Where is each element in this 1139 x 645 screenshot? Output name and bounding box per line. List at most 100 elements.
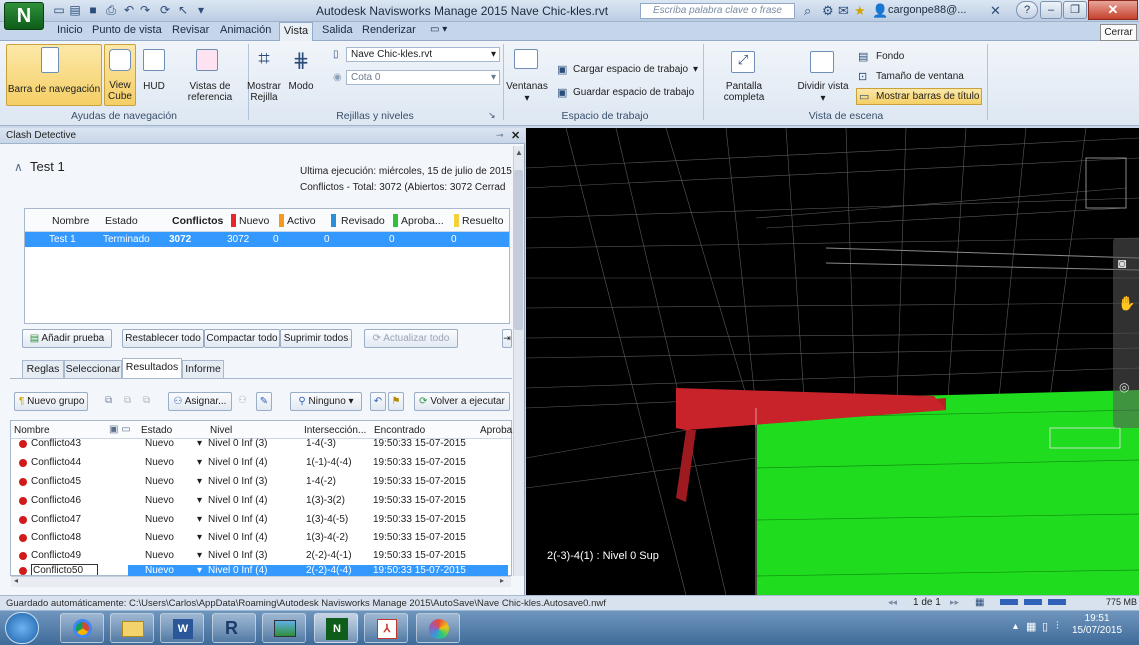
tab-punto-de-vista[interactable]: Punto de vista	[92, 24, 162, 36]
explorer-taskbar-icon[interactable]	[110, 613, 154, 643]
show-grid-button[interactable]: Mostrar Rejilla	[246, 81, 282, 103]
save-workspace-button[interactable]: Guardar espacio de trabajo	[573, 87, 694, 98]
tab-inicio[interactable]: Inicio	[57, 24, 83, 36]
tab-seleccionar[interactable]: Seleccionar	[64, 360, 122, 378]
open-icon[interactable]: ▤	[68, 3, 82, 17]
reference-views-button[interactable]: Vistas de referencia	[178, 81, 242, 103]
battery-icon[interactable]: ▯	[1042, 620, 1048, 633]
tab-reglas[interactable]: Reglas	[22, 360, 64, 378]
results-hscrollbar[interactable]	[11, 576, 511, 587]
system-clock[interactable]: 19:51 15/07/2015	[1072, 613, 1122, 637]
tab-revisar[interactable]: Revisar	[172, 24, 209, 36]
windows-button[interactable]: Ventanas	[506, 81, 548, 92]
help-search-input[interactable]: Escriba palabra clave o frase	[640, 3, 795, 19]
scrollbar-thumb[interactable]	[514, 170, 523, 330]
tray-arrow-icon[interactable]: ▴	[1013, 621, 1018, 632]
result-row[interactable]: Conflicto47 Nuevo ▾ Nivel 0 Inf (4) 1(3)-4(-…	[15, 512, 510, 528]
col-nombre[interactable]: Nombre	[52, 215, 89, 227]
result-row[interactable]: Conflicto44 Nuevo ▾ Nivel 0 Inf (4) 1(-1)-4(…	[15, 455, 510, 471]
col-resuelto[interactable]: Resuelto	[462, 215, 503, 227]
tab-animacion[interactable]: Animación	[220, 24, 271, 36]
grid-model-select[interactable]: Nave Chic-kles.rvt ▾	[346, 47, 500, 62]
close-button[interactable]: ✕	[1088, 0, 1138, 20]
split-view-button[interactable]: Dividir vista	[794, 81, 852, 92]
tab-informe[interactable]: Informe	[182, 360, 224, 378]
compact-results-icon[interactable]: ⚑	[388, 392, 404, 411]
print-icon[interactable]: ⎙	[104, 3, 118, 17]
new-icon[interactable]: ▭	[52, 3, 66, 17]
update-all-button[interactable]: ⟳ Actualizar todo	[364, 329, 458, 348]
explode-group-icon[interactable]: ⧉	[143, 395, 150, 406]
filter-select[interactable]: ⚲ Ninguno ▾	[290, 392, 362, 411]
add-comment-icon[interactable]: ✎	[256, 392, 272, 411]
subscription-icon[interactable]: ⚙	[822, 3, 834, 19]
tab-vista[interactable]: Vista	[279, 22, 313, 41]
photos-taskbar-icon[interactable]	[262, 613, 306, 643]
signal-icon[interactable]: ⫶	[1056, 620, 1059, 633]
col-conflictos[interactable]: Conflictos	[172, 215, 223, 227]
grid-view-icon[interactable]: ▦	[975, 597, 984, 608]
scroll-left-icon[interactable]: ◂	[14, 576, 18, 585]
rerun-button[interactable]: ⟳ Volver a ejecutar	[414, 392, 510, 411]
assign-button[interactable]: ⚇ Asignar...	[168, 392, 232, 411]
col-activo[interactable]: Activo	[287, 215, 316, 227]
ungroup-icon[interactable]: ⧉	[124, 395, 131, 406]
save-icon[interactable]: ■	[86, 3, 100, 17]
col-aprobado[interactable]: Aproba...	[401, 215, 444, 227]
new-group-button[interactable]: ¶ Nuevo grupo	[14, 392, 88, 411]
reset-all-button[interactable]: Restablecer todo	[122, 329, 204, 348]
application-menu-button[interactable]: N	[4, 2, 44, 30]
network-icon[interactable]: ▦	[1026, 620, 1036, 633]
signed-in-user[interactable]: cargonpe88@...	[888, 4, 966, 16]
start-button[interactable]	[5, 612, 39, 644]
result-row[interactable]: Conflicto43 Nuevo ▾ Nivel 0 Inf (3) 1-4(-3) 1…	[15, 436, 510, 452]
res-col-nivel[interactable]: Nivel	[210, 425, 232, 436]
test-row-selected[interactable]	[25, 232, 509, 247]
import-export-icon[interactable]: ⇥	[502, 329, 512, 348]
word-taskbar-icon[interactable]: W	[160, 613, 204, 643]
acrobat-taskbar-icon[interactable]: ⅄	[364, 613, 408, 643]
res-col-encontrado[interactable]: Encontrado	[374, 425, 425, 436]
3d-viewport[interactable]	[526, 128, 1139, 595]
redo-icon[interactable]: ↷	[138, 3, 152, 17]
communication-icon[interactable]: ✉	[838, 3, 849, 19]
add-test-button[interactable]: ▤ Añadir prueba	[22, 329, 112, 348]
reset-results-icon[interactable]: ↶	[370, 392, 386, 411]
result-row[interactable]: Conflicto49 Nuevo ▾ Nivel 0 Inf (3) 2(-2)-4(…	[15, 548, 510, 564]
scroll-right-icon[interactable]: ▸	[500, 576, 504, 585]
window-size-button[interactable]: Tamaño de ventana	[876, 71, 964, 82]
background-button[interactable]: Fondo	[876, 51, 904, 62]
qat-dropdown-icon[interactable]: ▾	[194, 3, 208, 17]
user-icon[interactable]: 👤	[872, 3, 888, 19]
res-col-estado[interactable]: Estado	[141, 425, 172, 436]
group-icon[interactable]: ⧉	[105, 395, 112, 406]
collapse-chevron-icon[interactable]: ∧	[14, 160, 23, 174]
chrome-taskbar-icon[interactable]	[60, 613, 104, 643]
col-revisado[interactable]: Revisado	[341, 215, 385, 227]
full-screen-button[interactable]: Pantalla completa	[706, 81, 782, 103]
result-row[interactable]: Conflicto46 Nuevo ▾ Nivel 0 Inf (4) 1(3)-3(2…	[15, 493, 510, 509]
first-page-icon[interactable]: ◂◂	[888, 597, 897, 608]
auto-hide-icon[interactable]: ⊸	[496, 130, 504, 141]
favorites-star-icon[interactable]: ★	[854, 3, 866, 19]
select-icon[interactable]: ↖	[176, 3, 190, 17]
orbit-icon[interactable]: ◎	[1119, 380, 1129, 394]
ribbon-options-icon[interactable]: ▭ ▾	[430, 24, 447, 35]
exchange-icon[interactable]: ✕	[990, 3, 1001, 19]
steering-wheel-icon[interactable]: ◙	[1118, 255, 1126, 271]
res-col-nombre[interactable]: Nombre	[14, 425, 50, 436]
tab-resultados[interactable]: Resultados	[122, 358, 182, 378]
result-row[interactable]: Conflicto48 Nuevo ▾ Nivel 0 Inf (4) 1(3)-4(-…	[15, 530, 510, 546]
help-icon[interactable]: ?	[1016, 1, 1038, 19]
unassign-icon[interactable]: ⚇	[238, 395, 247, 406]
paint-taskbar-icon[interactable]	[416, 613, 460, 643]
load-workspace-button[interactable]: Cargar espacio de trabajo	[573, 64, 688, 75]
grid-mode-button[interactable]: Modo	[286, 81, 316, 92]
binoculars-icon[interactable]: ⌕	[804, 3, 811, 19]
delete-all-button[interactable]: Suprimir todos	[280, 329, 352, 348]
navisworks-taskbar-icon[interactable]: N	[314, 613, 358, 643]
tab-salida[interactable]: Salida	[322, 24, 353, 36]
undo-icon[interactable]: ↶	[122, 3, 136, 17]
pan-hand-icon[interactable]: ✋	[1118, 295, 1135, 312]
refresh-icon[interactable]: ⟳	[158, 3, 172, 17]
